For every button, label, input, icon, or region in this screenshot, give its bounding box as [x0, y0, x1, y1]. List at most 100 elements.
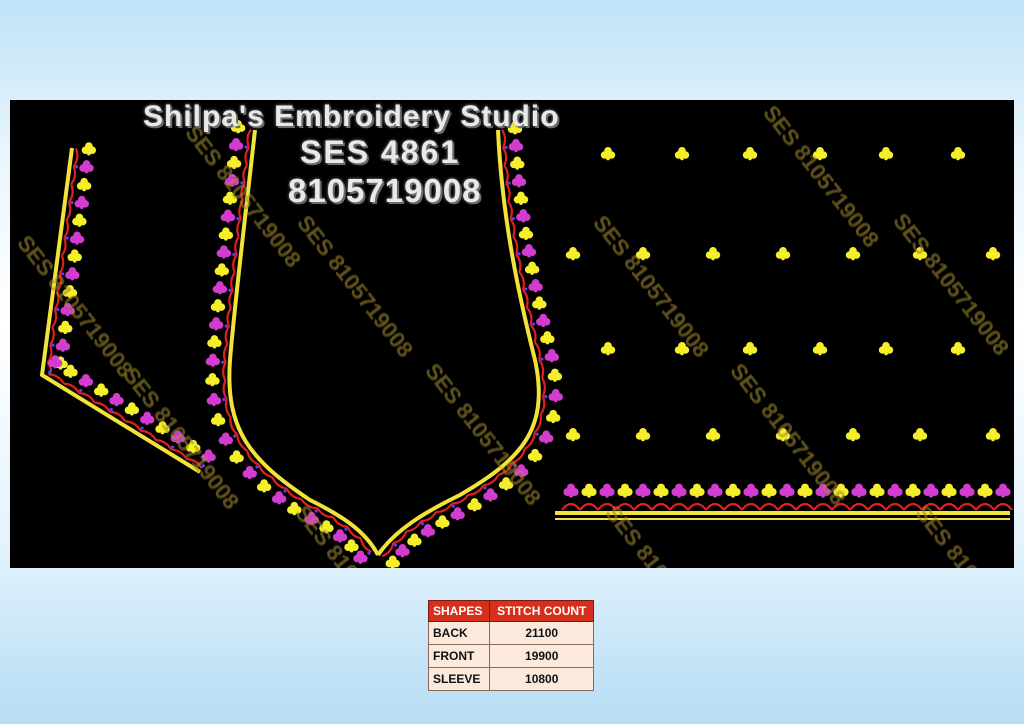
flower-petal	[277, 500, 281, 505]
flower-petal	[336, 529, 344, 537]
flower-motif	[67, 249, 82, 263]
flower-motif	[207, 335, 222, 349]
flower-motif	[353, 550, 368, 564]
flower-petal	[884, 156, 888, 161]
flower-motif	[674, 342, 690, 356]
flower-petal	[521, 218, 526, 223]
flower-motif	[109, 392, 124, 407]
flower-motif	[210, 299, 226, 313]
flower-petal	[639, 428, 647, 436]
flower-petal	[234, 147, 239, 152]
bead-dot	[535, 432, 539, 436]
flower-petal	[911, 493, 915, 498]
neckline-outline	[376, 129, 541, 557]
flower-motif	[995, 483, 1011, 498]
flower-motif	[845, 247, 861, 261]
flower-petal	[541, 323, 546, 328]
flower-petal	[527, 253, 531, 258]
flower-motif	[435, 515, 450, 529]
flower-motif	[743, 483, 759, 498]
flower-motif	[210, 412, 226, 427]
table-header-row: SHAPES STITCH COUNT	[427, 600, 594, 622]
flower-motif	[69, 231, 85, 245]
bead-dot	[504, 145, 508, 150]
flower-motif	[705, 247, 721, 261]
flower-motif	[483, 488, 498, 502]
flower-petal	[803, 493, 807, 498]
flower-motif	[845, 428, 861, 442]
flower-petal	[425, 533, 430, 538]
flower-petal	[641, 493, 645, 498]
flower-motif	[941, 483, 957, 498]
bead-dot	[511, 216, 516, 221]
flower-motif	[742, 342, 758, 356]
flower-motif	[222, 191, 238, 205]
flower-motif	[230, 120, 246, 134]
flower-petal	[236, 129, 241, 134]
flower-motif	[912, 428, 928, 442]
flower-petal	[893, 493, 897, 498]
flower-petal	[322, 520, 331, 528]
flower-petal	[909, 483, 917, 492]
bead-dot	[232, 252, 236, 257]
header-stitch-count: STITCH COUNT	[489, 600, 594, 622]
flower-motif	[671, 483, 687, 498]
flower-petal	[551, 368, 559, 377]
embroidery-artwork	[39, 120, 1013, 568]
flower-petal	[623, 493, 627, 498]
flower-petal	[212, 402, 216, 407]
flower-petal	[210, 382, 215, 387]
flower-petal	[410, 533, 419, 542]
embroidery-design-canvas: SES 8105719008 SES 8105719008 SES 810571…	[10, 100, 1014, 568]
flower-motif	[256, 479, 272, 493]
flower-motif	[653, 483, 669, 498]
flower-petal	[515, 165, 520, 170]
flower-petal	[821, 493, 825, 498]
flower-motif	[985, 428, 1001, 442]
flower-petal	[77, 195, 86, 204]
flower-petal	[851, 256, 855, 261]
flower-motif	[878, 147, 894, 161]
flower-petal	[438, 515, 447, 523]
shape-cell: SLEEVE	[427, 667, 491, 691]
bead-dot	[544, 394, 548, 399]
flower-petal	[514, 148, 518, 153]
flower-petal	[65, 312, 70, 317]
flower-petal	[1001, 493, 1005, 498]
flower-petal	[569, 493, 573, 498]
bead-dot	[224, 324, 228, 328]
flower-motif	[538, 430, 554, 444]
flower-petal	[82, 160, 91, 168]
flower-petal	[143, 411, 152, 420]
flower-petal	[585, 483, 593, 492]
flower-motif	[201, 449, 216, 463]
flower-petal	[567, 483, 575, 492]
flower-motif	[742, 147, 758, 161]
bead-dot	[367, 551, 371, 555]
flower-petal	[621, 483, 629, 492]
bead-dot	[420, 521, 425, 526]
flower-motif	[510, 156, 525, 170]
flower-motif	[912, 247, 928, 261]
flower-petal	[606, 156, 610, 161]
flower-petal	[525, 244, 533, 252]
flower-motif	[514, 464, 529, 478]
flower-petal	[695, 493, 699, 498]
flower-petal	[571, 437, 575, 442]
bead-dot	[74, 165, 79, 169]
bead-dot	[255, 465, 259, 469]
flower-petal	[517, 183, 521, 188]
flower-petal	[206, 458, 211, 463]
flower-petal	[530, 271, 535, 275]
flower-motif	[761, 483, 777, 498]
flower-petal	[70, 249, 79, 257]
table-row: SLEEVE 10800	[427, 667, 594, 691]
flower-petal	[51, 355, 59, 363]
flower-motif	[527, 448, 543, 463]
flower-motif	[139, 411, 155, 425]
flower-motif	[600, 147, 616, 161]
flower-motif	[332, 529, 348, 543]
flower-petal	[72, 258, 77, 263]
flower-petal	[539, 313, 548, 322]
flower-motif	[62, 285, 78, 299]
